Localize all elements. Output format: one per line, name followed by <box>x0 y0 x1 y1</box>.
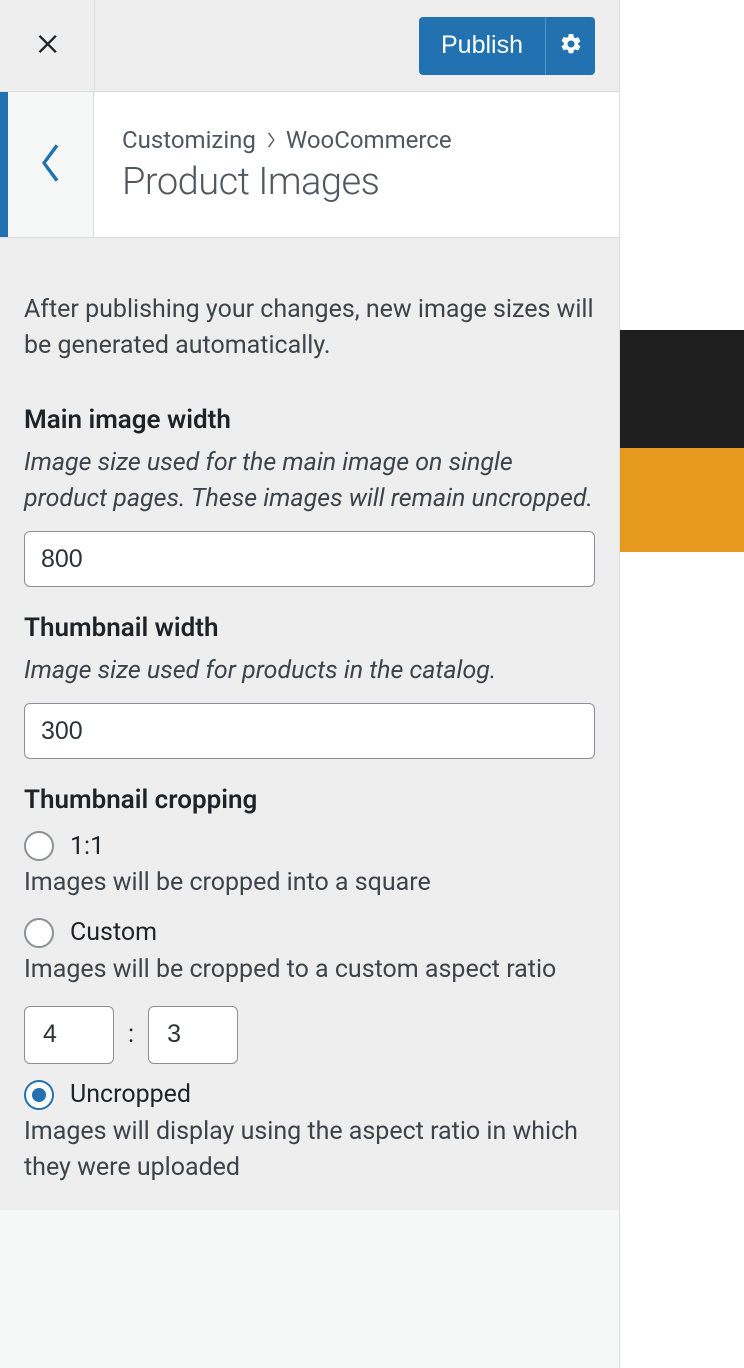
aspect-ratio-row: : <box>24 1006 595 1064</box>
breadcrumb-parent: WooCommerce <box>286 126 452 154</box>
publish-label: Publish <box>419 31 545 60</box>
aspect-ratio-height-input[interactable] <box>148 1006 238 1064</box>
aspect-ratio-width-input[interactable] <box>24 1006 114 1064</box>
publish-settings-toggle[interactable] <box>545 17 595 75</box>
gear-icon <box>559 32 583 59</box>
publish-button[interactable]: Publish <box>419 17 595 75</box>
site-preview <box>620 0 744 1368</box>
thumbnail-width-label: Thumbnail width <box>24 613 595 643</box>
page-title: Product Images <box>122 160 591 204</box>
thumbnail-width-desc: Image size used for products in the cata… <box>24 653 595 689</box>
section-header: Customizing WooCommerce Product Images <box>0 92 619 238</box>
preview-rest <box>620 552 744 1368</box>
radio-custom[interactable] <box>24 918 54 948</box>
panel-body: After publishing your changes, new image… <box>0 238 619 1210</box>
radio-uncropped-desc: Images will display using the aspect rat… <box>24 1114 595 1187</box>
close-icon <box>33 30 61 62</box>
active-section-indicator <box>0 92 8 237</box>
chevron-left-icon <box>40 143 62 187</box>
main-image-width-desc: Image size used for the main image on si… <box>24 445 595 518</box>
customizer-panel: Publish Customizing <box>0 0 620 1368</box>
radio-1-1-desc: Images will be cropped into a square <box>24 865 595 901</box>
back-button[interactable] <box>8 92 94 237</box>
thumbnail-cropping-label: Thumbnail cropping <box>24 785 595 815</box>
chevron-right-icon <box>266 126 276 154</box>
breadcrumb-root: Customizing <box>122 126 256 154</box>
radio-1-1-label: 1:1 <box>70 832 104 861</box>
thumbnail-width-input[interactable] <box>24 703 595 759</box>
cropping-option-custom[interactable]: Custom <box>24 918 595 948</box>
radio-1-1[interactable] <box>24 831 54 861</box>
preview-dark-band <box>620 330 744 448</box>
radio-custom-desc: Images will be cropped to a custom aspec… <box>24 952 595 988</box>
main-image-width-input[interactable] <box>24 531 595 587</box>
radio-custom-label: Custom <box>70 918 157 947</box>
breadcrumb: Customizing WooCommerce <box>122 126 591 154</box>
main-image-width-label: Main image width <box>24 405 595 435</box>
preview-orange-band <box>620 448 744 552</box>
aspect-ratio-separator: : <box>128 1020 134 1049</box>
preview-top <box>620 0 744 330</box>
close-button[interactable] <box>0 0 95 92</box>
radio-uncropped[interactable] <box>24 1080 54 1110</box>
radio-uncropped-label: Uncropped <box>70 1080 191 1109</box>
intro-text: After publishing your changes, new image… <box>24 292 595 365</box>
cropping-option-uncropped[interactable]: Uncropped <box>24 1080 595 1110</box>
top-bar: Publish <box>0 0 619 92</box>
cropping-option-1-1[interactable]: 1:1 <box>24 831 595 861</box>
